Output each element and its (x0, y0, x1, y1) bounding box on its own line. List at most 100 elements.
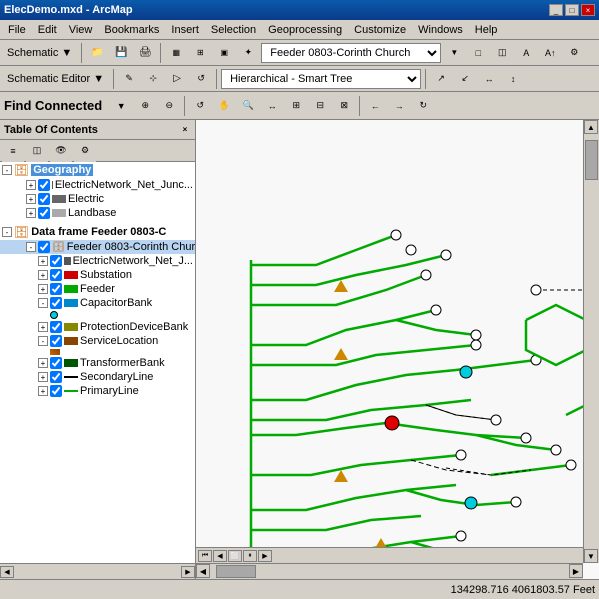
electric-expand[interactable]: + (26, 194, 36, 204)
nav-icon-1[interactable]: ↗ (430, 68, 452, 90)
toc-electricnetwork-junc[interactable]: + ElectricNetwork_Net_Junc... (0, 178, 195, 192)
play-pause[interactable]: ⏸ (243, 550, 257, 562)
editor-icon-1[interactable]: ✎ (118, 68, 140, 90)
substation-expand[interactable]: + (38, 270, 48, 280)
trans-checkbox[interactable] (50, 357, 62, 369)
scrollbar-thumb-h[interactable] (216, 565, 256, 578)
menu-bookmarks[interactable]: Bookmarks (98, 22, 165, 38)
play-prev[interactable]: ◀ (213, 550, 227, 562)
nav-icon-2[interactable]: ↙ (454, 68, 476, 90)
tree-dropdown[interactable]: Hierarchical - Smart Tree (221, 69, 421, 89)
cap-expand[interactable]: - (38, 298, 48, 308)
toc-list-btn[interactable]: ≡ (2, 140, 24, 162)
toc-substation[interactable]: + Substation (0, 268, 195, 282)
prot-checkbox[interactable] (50, 321, 62, 333)
save-btn[interactable]: 💾 (110, 42, 132, 64)
toc-transformerbank[interactable]: + TransformerBank (0, 356, 195, 370)
toc-primaryline[interactable]: + PrimaryLine (0, 384, 195, 398)
map-panel[interactable]: ▲ ▼ ◀ ▶ ⏮ ◀ ⬜ ⏸ ▶ (196, 120, 599, 579)
sec-checkbox[interactable] (50, 371, 62, 383)
electric-checkbox[interactable] (38, 193, 50, 205)
fc-icon-10[interactable]: ⊠ (333, 95, 355, 117)
toc-feeder[interactable]: + Feeder (0, 282, 195, 296)
feeder-dropdown[interactable]: Feeder 0803-Corinth Church (261, 43, 441, 63)
en-net-j-checkbox[interactable] (50, 255, 62, 267)
fc-icon-9[interactable]: ⊟ (309, 95, 331, 117)
pri-checkbox[interactable] (50, 385, 62, 397)
maximize-button[interactable]: □ (565, 4, 579, 16)
close-button[interactable]: × (581, 4, 595, 16)
toc-scroll-right[interactable]: ▶ (181, 566, 195, 578)
fc-icon-1[interactable]: ▼ (110, 95, 132, 117)
toc-source-btn[interactable]: ◫ (26, 140, 48, 162)
cap-checkbox[interactable] (50, 297, 62, 309)
fc-icon-11[interactable]: ← (364, 95, 386, 117)
print-btn[interactable]: 🖨 (134, 42, 156, 64)
toc-scroll-left[interactable]: ◀ (0, 566, 14, 578)
minimize-button[interactable]: _ (549, 4, 563, 16)
tb-icon-7[interactable]: A (515, 42, 537, 64)
map-scrollbar-horizontal[interactable]: ◀ ▶ (196, 563, 583, 579)
menu-geoprocessing[interactable]: Geoprocessing (262, 22, 348, 38)
toc-en-net-j[interactable]: + ElectricNetwork_Net_J... (0, 254, 195, 268)
tb-icon-6[interactable]: ◫ (491, 42, 513, 64)
geography-expand[interactable]: - (2, 165, 12, 175)
tb-icon-2[interactable]: ⊞ (189, 42, 211, 64)
fc-icon-3[interactable]: ⊖ (158, 95, 180, 117)
fc-icon-13[interactable]: ↻ (412, 95, 434, 117)
editor-icon-3[interactable]: ▷ (166, 68, 188, 90)
menu-file[interactable]: File (2, 22, 32, 38)
editor-icon-4[interactable]: ↺ (190, 68, 212, 90)
dataframe-expand[interactable]: - (2, 227, 12, 237)
menu-insert[interactable]: Insert (165, 22, 205, 38)
svc-expand[interactable]: - (38, 336, 48, 346)
tb-icon-5[interactable]: □ (467, 42, 489, 64)
pri-expand[interactable]: + (38, 386, 48, 396)
dropdown-arrow[interactable]: ▼ (443, 42, 465, 64)
fc-icon-2[interactable]: ⊕ (134, 95, 156, 117)
nav-icon-3[interactable]: ↔ (478, 68, 500, 90)
play-stop[interactable]: ⬜ (228, 550, 242, 562)
menu-edit[interactable]: Edit (32, 22, 63, 38)
landbase-checkbox[interactable] (38, 207, 50, 219)
play-next[interactable]: ▶ (258, 550, 272, 562)
toc-close-btn[interactable]: × (179, 124, 191, 136)
toc-servicelocation[interactable]: - ServiceLocation (0, 334, 195, 348)
tb-icon-4[interactable]: ✦ (237, 42, 259, 64)
tb-icon-1[interactable]: ▦ (165, 42, 187, 64)
map-scrollbar-vertical[interactable]: ▲ ▼ (583, 120, 599, 563)
tb-icon-3[interactable]: ▣ (213, 42, 235, 64)
menu-windows[interactable]: Windows (412, 22, 469, 38)
fc-icon-7[interactable]: ↔ (261, 95, 283, 117)
en-net-j-expand[interactable]: + (38, 256, 48, 266)
toc-options-btn[interactable]: ⚙ (74, 140, 96, 162)
prot-expand[interactable]: + (38, 322, 48, 332)
toc-display-btn[interactable]: 👁 (50, 140, 72, 162)
toc-capacitorbank[interactable]: - CapacitorBank (0, 296, 195, 310)
window-controls[interactable]: _ □ × (549, 4, 595, 16)
menu-view[interactable]: View (63, 22, 99, 38)
editor-icon-2[interactable]: ⊹ (142, 68, 164, 90)
toc-electric[interactable]: + Electric (0, 192, 195, 206)
toc-feeder-0803[interactable]: - 🗄 Feeder 0803-Corinth Chur... (0, 240, 195, 254)
toc-secondaryline[interactable]: + SecondaryLine (0, 370, 195, 384)
menu-customize[interactable]: Customize (348, 22, 412, 38)
fc-icon-6[interactable]: 🔍 (237, 95, 259, 117)
open-btn[interactable]: 📁 (86, 42, 108, 64)
play-begin[interactable]: ⏮ (198, 550, 212, 562)
substation-checkbox[interactable] (50, 269, 62, 281)
feeder0803-checkbox[interactable] (38, 241, 50, 253)
en-junc-expand[interactable]: + (26, 180, 36, 190)
scrollbar-thumb-v[interactable] (585, 140, 598, 180)
trans-expand[interactable]: + (38, 358, 48, 368)
fc-icon-4[interactable]: ↺ (189, 95, 211, 117)
fc-icon-5[interactable]: ✋ (213, 95, 235, 117)
toc-landbase[interactable]: + Landbase (0, 206, 195, 220)
svc-checkbox[interactable] (50, 335, 62, 347)
fc-icon-8[interactable]: ⊞ (285, 95, 307, 117)
tb-icon-9[interactable]: ⚙ (563, 42, 585, 64)
nav-icon-4[interactable]: ↕ (502, 68, 524, 90)
toc-dataframe-group[interactable]: - 🗄 Data frame Feeder 0803-C (0, 224, 195, 240)
en-junc-checkbox[interactable] (38, 179, 50, 191)
tb-icon-8[interactable]: A↑ (539, 42, 561, 64)
